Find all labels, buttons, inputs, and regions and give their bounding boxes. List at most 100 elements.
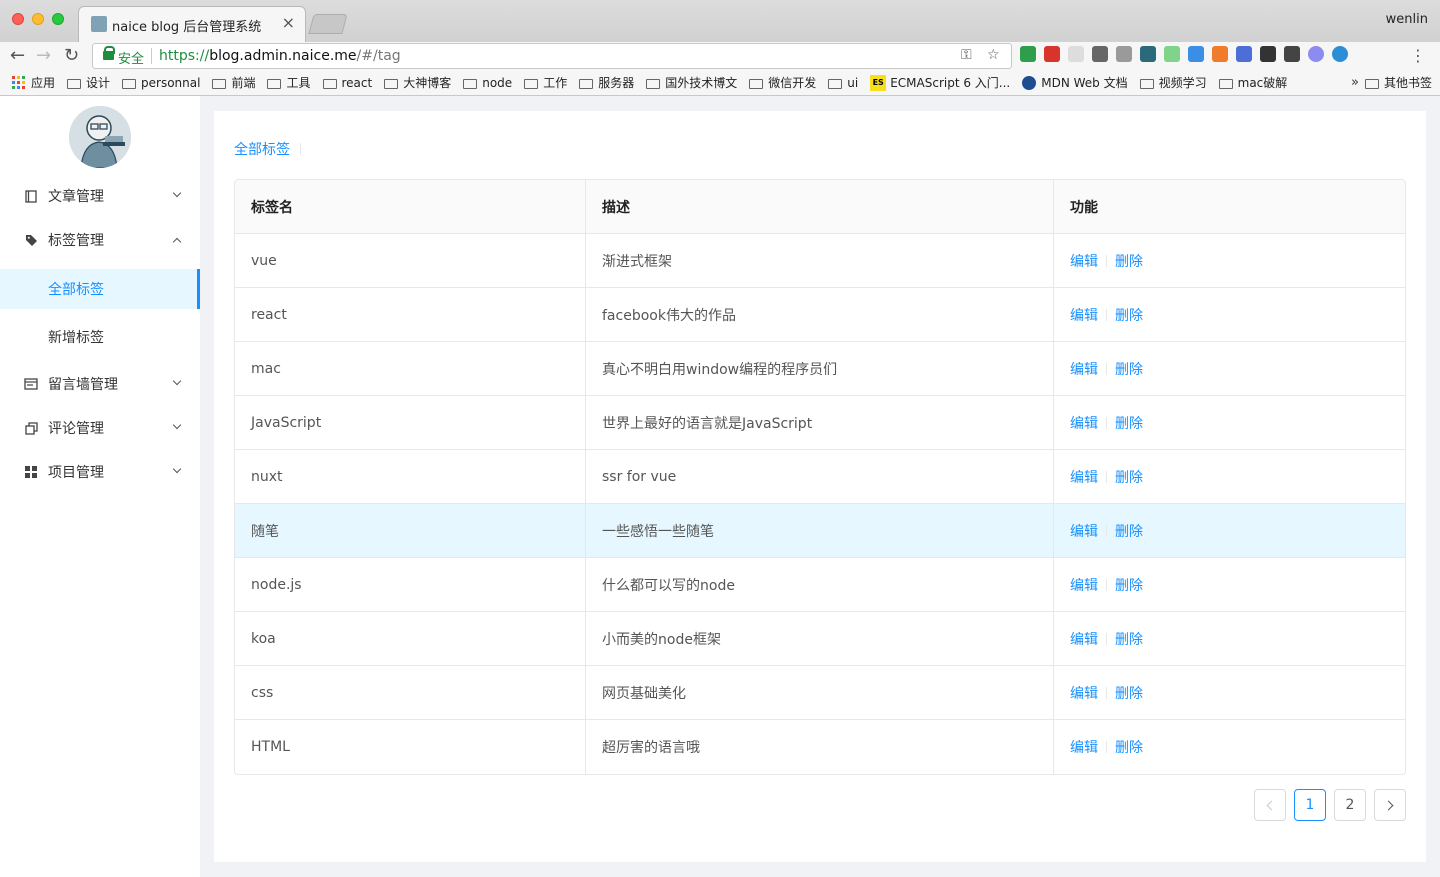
pagination-next-button[interactable] [1374,789,1406,821]
extension-shield-icon[interactable] [1020,46,1036,62]
star-icon[interactable]: ☆ [987,47,1000,63]
bookmark-label: 大神博客 [403,76,452,90]
address-bar[interactable]: 安全 https://blog.admin.naice.me/#/tag ⚿ ☆ [92,43,1012,69]
browser-profile-name[interactable]: wenlin [1386,12,1428,27]
edit-button[interactable]: 编辑 [1070,251,1098,271]
column-header-actions: 功能 [1070,199,1098,216]
bookmark-folder[interactable]: mac破解 [1218,74,1287,91]
forward-icon[interactable]: → [36,45,51,66]
extension-r-icon[interactable] [1308,46,1324,62]
bookmark-label: 前端 [231,76,256,90]
bookmark-mdn[interactable]: MDN Web 文档 [1022,74,1128,91]
bookmark-folder[interactable]: node [463,76,512,90]
column-header-description: 描述 [602,199,630,216]
secure-label: 安全 [118,52,145,67]
bookmark-folder[interactable]: ui [828,76,858,90]
edit-button[interactable]: 编辑 [1070,467,1098,487]
window-maximize-button[interactable] [52,13,64,25]
browser-tab-active[interactable]: naice blog 后台管理系统 × [78,6,306,42]
sidebar-item-all-tags[interactable]: 全部标签 [0,269,200,309]
apps-grid-icon [12,76,25,89]
bookmark-other-folder[interactable]: 其他书签 [1364,74,1432,91]
url-text[interactable]: https://blog.admin.naice.me/#/tag [159,48,401,64]
table-row: mac 真心不明白用window编程的程序员们 编辑 删除 [235,342,1405,396]
bookmark-es6[interactable]: ES ECMAScript 6 入门... [870,74,1010,91]
extension-fe-icon[interactable] [1044,46,1060,62]
pagination-page-2[interactable]: 2 [1334,789,1366,821]
menu-projects[interactable]: 项目管理 [0,452,200,492]
reload-icon[interactable]: ↻ [64,45,79,66]
edit-button[interactable]: 编辑 [1070,683,1098,703]
tag-description: 世界上最好的语言就是JavaScript [602,415,813,432]
edit-button[interactable]: 编辑 [1070,575,1098,595]
new-tab-button[interactable] [308,14,348,34]
bookmark-folder[interactable]: 视频学习 [1139,74,1207,91]
extension-down-icon[interactable] [1188,46,1204,62]
bookmark-folder[interactable]: 设计 [67,74,110,91]
menu-guestbook[interactable]: 留言墙管理 [0,364,200,404]
sidebar-item-new-tag[interactable]: 新增标签 [0,317,200,357]
delete-button[interactable]: 删除 [1115,359,1143,379]
bookmarks-overflow-icon[interactable]: » [1351,75,1359,90]
key-icon[interactable]: ⚿ [961,47,972,63]
edit-button[interactable]: 编辑 [1070,629,1098,649]
bookmark-folder[interactable]: 国外技术博文 [646,74,737,91]
extension-link-icon[interactable] [1092,46,1108,62]
edit-button[interactable]: 编辑 [1070,359,1098,379]
url-host: blog.admin.naice.me [209,48,357,64]
delete-button[interactable]: 删除 [1115,575,1143,595]
edit-button[interactable]: 编辑 [1070,737,1098,757]
delete-button[interactable]: 删除 [1115,305,1143,325]
back-icon[interactable]: ← [10,45,25,66]
delete-button[interactable]: 删除 [1115,467,1143,487]
column-header-name: 标签名 [251,199,293,216]
column-divider [1053,396,1054,449]
window-close-button[interactable] [12,13,24,25]
extension-vue-icon[interactable] [1116,46,1132,62]
extension-x-icon[interactable] [1212,46,1228,62]
menu-tags[interactable]: 标签管理 [0,220,200,260]
column-divider [1053,450,1054,503]
extension-bookmark-icon[interactable] [1236,46,1252,62]
bookmark-folder[interactable]: 工具 [267,74,311,91]
column-divider [585,666,586,719]
extension-a-icon[interactable] [1068,46,1084,62]
delete-button[interactable]: 删除 [1115,629,1143,649]
delete-button[interactable]: 删除 [1115,251,1143,271]
delete-button[interactable]: 删除 [1115,521,1143,541]
extension-circle-icon[interactable] [1164,46,1180,62]
extension-evernote-icon[interactable] [1284,46,1300,62]
bookmark-folder[interactable]: react [322,76,372,90]
menu-comments[interactable]: 评论管理 [0,408,200,448]
window-minimize-button[interactable] [32,13,44,25]
bookmark-folder[interactable]: 前端 [212,74,255,91]
bookmark-folder[interactable]: 微信开发 [749,74,816,91]
extension-globe-icon[interactable] [1332,46,1348,62]
tag-name: HTML [251,739,290,755]
bookmark-apps[interactable]: 应用 [12,74,55,91]
bookmark-folder[interactable]: 工作 [524,74,567,91]
chevron-right-icon [1383,800,1394,810]
edit-button[interactable]: 编辑 [1070,521,1098,541]
pagination-prev-button[interactable] [1254,789,1286,821]
bookmark-label: ECMAScript 6 入门... [890,76,1011,90]
table-row: css 网页基础美化 编辑 删除 [235,666,1405,720]
bookmark-folder[interactable]: personnal [122,76,200,90]
edit-button[interactable]: 编辑 [1070,305,1098,325]
tab-close-icon[interactable]: × [282,13,295,32]
browser-menu-icon[interactable]: ⋮ [1410,46,1426,65]
bookmark-folder[interactable]: 大神博客 [384,74,451,91]
bookmark-folder[interactable]: 服务器 [579,74,634,91]
edit-button[interactable]: 编辑 [1070,413,1098,433]
delete-button[interactable]: 删除 [1115,413,1143,433]
delete-button[interactable]: 删除 [1115,683,1143,703]
extension-bus-icon[interactable] [1260,46,1276,62]
tag-name: 随笔 [251,523,279,540]
extension-grid-icon[interactable] [1140,46,1156,62]
breadcrumb[interactable]: 全部标签 [234,139,290,159]
delete-button[interactable]: 删除 [1115,737,1143,757]
pagination-page-1[interactable]: 1 [1294,789,1326,821]
es-badge-icon: ES [870,74,887,91]
bookmark-label: 微信开发 [768,76,817,90]
menu-articles[interactable]: 文章管理 [0,176,200,216]
